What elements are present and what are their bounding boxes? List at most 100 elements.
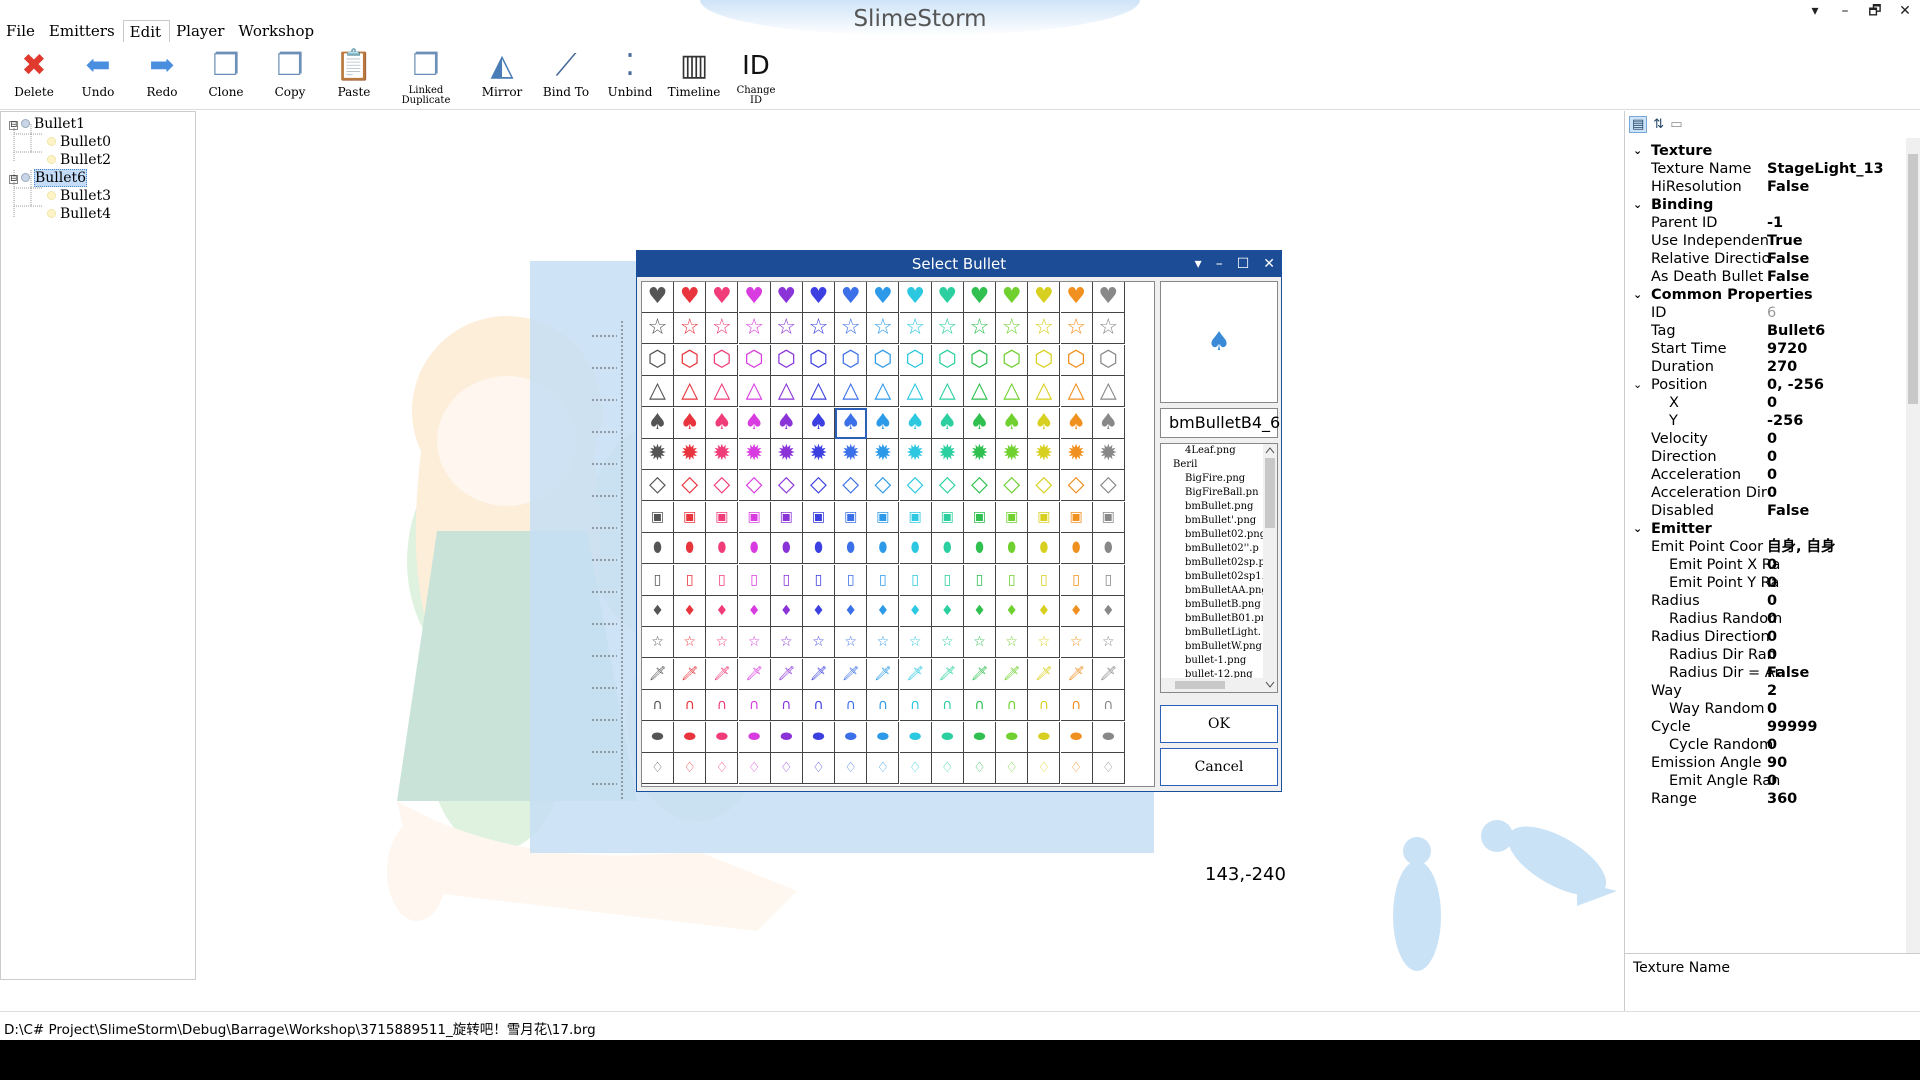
bullet-cell[interactable]: ✹ (1028, 439, 1061, 470)
bullet-cell[interactable]: ◇ (803, 470, 835, 502)
bullet-cell[interactable]: ◇ (1060, 470, 1093, 502)
bullet-cell[interactable]: ▯ (1060, 564, 1093, 596)
bullet-cell[interactable]: ✹ (803, 439, 835, 470)
bullet-cell[interactable]: ⬮ (835, 533, 868, 565)
bullet-cell[interactable]: ♦ (803, 596, 835, 627)
bullet-cell[interactable]: ♠ (996, 407, 1029, 439)
bullet-cell[interactable]: ♠ (642, 407, 674, 439)
bullet-cell[interactable]: ♦ (835, 596, 868, 627)
bullet-cell[interactable]: ♢ (1028, 753, 1061, 784)
bullet-cell[interactable]: ☆ (867, 313, 900, 345)
bullet-cell[interactable]: ✹ (738, 439, 771, 470)
bullet-cell[interactable]: 🗡 (706, 658, 739, 690)
bullet-cell[interactable]: 🗡 (964, 658, 996, 690)
bullet-cell[interactable]: △ (996, 376, 1029, 408)
bullet-cell[interactable]: 🗡 (835, 658, 868, 690)
bullet-cell[interactable]: ⬬ (642, 721, 674, 753)
bullet-cell[interactable]: ▣ (964, 501, 996, 533)
bullet-cell[interactable]: ◇ (899, 470, 932, 502)
bullet-cell[interactable]: ☆ (835, 313, 868, 345)
bullet-cell[interactable]: ◇ (931, 470, 964, 502)
bullet-cell[interactable]: ∩ (706, 690, 739, 722)
bullet-cell[interactable]: ♠ (931, 407, 964, 439)
bullet-cell[interactable]: ∩ (642, 690, 674, 722)
bullet-cell[interactable]: ☆ (964, 313, 996, 345)
bullet-cell[interactable]: ♠ (964, 407, 996, 439)
tree-node-bullet1[interactable]: ⊟ Bullet1 (9, 116, 85, 133)
bind-to-button[interactable]: ⟋ Bind To (536, 46, 596, 108)
bullet-cell[interactable]: ♥ (1060, 282, 1093, 313)
bullet-cell[interactable]: ♥ (867, 282, 900, 313)
collapse-icon[interactable]: ⊟ (9, 121, 18, 130)
tree-node-bullet0[interactable]: Bullet0 (47, 134, 111, 151)
bullet-cell[interactable]: ♦ (642, 596, 674, 627)
tree-node-bullet3[interactable]: Bullet3 (47, 188, 111, 205)
dialog-close-button[interactable]: ✕ (1263, 251, 1275, 277)
delete-button[interactable]: ✖ Delete (4, 46, 64, 108)
bullet-cell[interactable]: ⬡ (835, 344, 868, 376)
bullet-cell[interactable]: ♦ (1028, 596, 1061, 627)
bullet-cell[interactable]: ♢ (835, 753, 868, 784)
bullet-cell[interactable]: △ (1028, 376, 1061, 408)
bullet-cell[interactable]: ⬮ (738, 533, 771, 565)
bullet-cell[interactable]: ⬮ (674, 533, 707, 565)
bullet-cell[interactable]: ♥ (1028, 282, 1061, 313)
bullet-cell[interactable]: ☆ (642, 627, 674, 659)
clone-button[interactable]: ❐ Clone (196, 46, 256, 108)
bullet-cell[interactable]: ☆ (770, 627, 803, 659)
bullet-cell[interactable]: △ (706, 376, 739, 408)
bullet-cell[interactable]: ⬮ (642, 533, 674, 565)
bullet-cell[interactable]: 🗡 (803, 658, 835, 690)
bullet-cell[interactable]: △ (674, 376, 707, 408)
bullet-cell[interactable]: ▯ (738, 564, 771, 596)
file-list-item[interactable]: Beril (1161, 458, 1277, 472)
bullet-cell[interactable]: ☆ (1092, 313, 1125, 345)
bullet-cell[interactable]: ✹ (706, 439, 739, 470)
file-list-item[interactable]: bmBulletAA.png (1161, 584, 1277, 598)
bullet-cell[interactable]: ⬬ (1028, 721, 1061, 753)
bullet-cell[interactable]: ⬮ (996, 533, 1029, 565)
bullet-cell[interactable]: ☆ (706, 313, 739, 345)
bullet-cell[interactable]: ✹ (964, 439, 996, 470)
bullet-cell[interactable]: ♦ (738, 596, 771, 627)
bullet-cell[interactable]: ☆ (803, 313, 835, 345)
bullet-cell[interactable]: △ (835, 376, 868, 408)
bullet-cell[interactable]: ▯ (931, 564, 964, 596)
restore-button[interactable]: 🗗 (1860, 0, 1890, 22)
dialog-minimize-button[interactable]: – (1216, 251, 1223, 277)
copy-button[interactable]: ❐ Copy (260, 46, 320, 108)
bullet-cell[interactable]: ⬬ (899, 721, 932, 753)
bullet-cell[interactable]: ♥ (706, 282, 739, 313)
bullet-cell[interactable]: ▯ (867, 564, 900, 596)
bullet-cell[interactable]: ♥ (642, 282, 674, 313)
bullet-cell[interactable]: ♥ (1092, 282, 1125, 313)
bullet-cell[interactable]: ✹ (1092, 439, 1125, 470)
bullet-cell[interactable]: ☆ (1092, 627, 1125, 659)
bullet-cell[interactable]: ⬬ (674, 721, 707, 753)
bullet-cell[interactable]: ♥ (770, 282, 803, 313)
bullet-cell[interactable]: ⬬ (964, 721, 996, 753)
bullet-cell[interactable]: ◇ (706, 470, 739, 502)
bullet-cell[interactable]: ☆ (770, 313, 803, 345)
bullet-cell[interactable]: ♠ (1028, 407, 1061, 439)
bullet-cell[interactable]: ☆ (738, 627, 771, 659)
bullet-cell[interactable]: ▣ (899, 501, 932, 533)
bullet-cell[interactable]: ♢ (770, 753, 803, 784)
tree-node-bullet6[interactable]: ⊟ Bullet6 (9, 169, 88, 187)
bullet-cell[interactable]: ▣ (1060, 501, 1093, 533)
bullet-cell[interactable]: ⬡ (706, 344, 739, 376)
bullet-cell[interactable]: ☆ (964, 627, 996, 659)
bullet-cell[interactable]: ♦ (899, 596, 932, 627)
bullet-cell[interactable]: ⬡ (642, 344, 674, 376)
tree-node-bullet2[interactable]: Bullet2 (47, 152, 111, 169)
bullet-cell[interactable]: ⬮ (867, 533, 900, 565)
bullet-cell[interactable]: ♠ (1060, 407, 1093, 439)
bullet-cell[interactable]: ☆ (1028, 627, 1061, 659)
bullet-cell[interactable]: ⬬ (835, 721, 868, 753)
bullet-cell[interactable]: ♢ (1092, 753, 1125, 784)
bullet-cell[interactable]: ☆ (1060, 313, 1093, 345)
bullet-cell[interactable]: ♠ (706, 407, 739, 439)
file-list-item[interactable]: bullet-1.png (1161, 654, 1277, 668)
bullet-cell[interactable]: ☆ (674, 313, 707, 345)
bullet-cell[interactable]: ⬡ (1028, 344, 1061, 376)
